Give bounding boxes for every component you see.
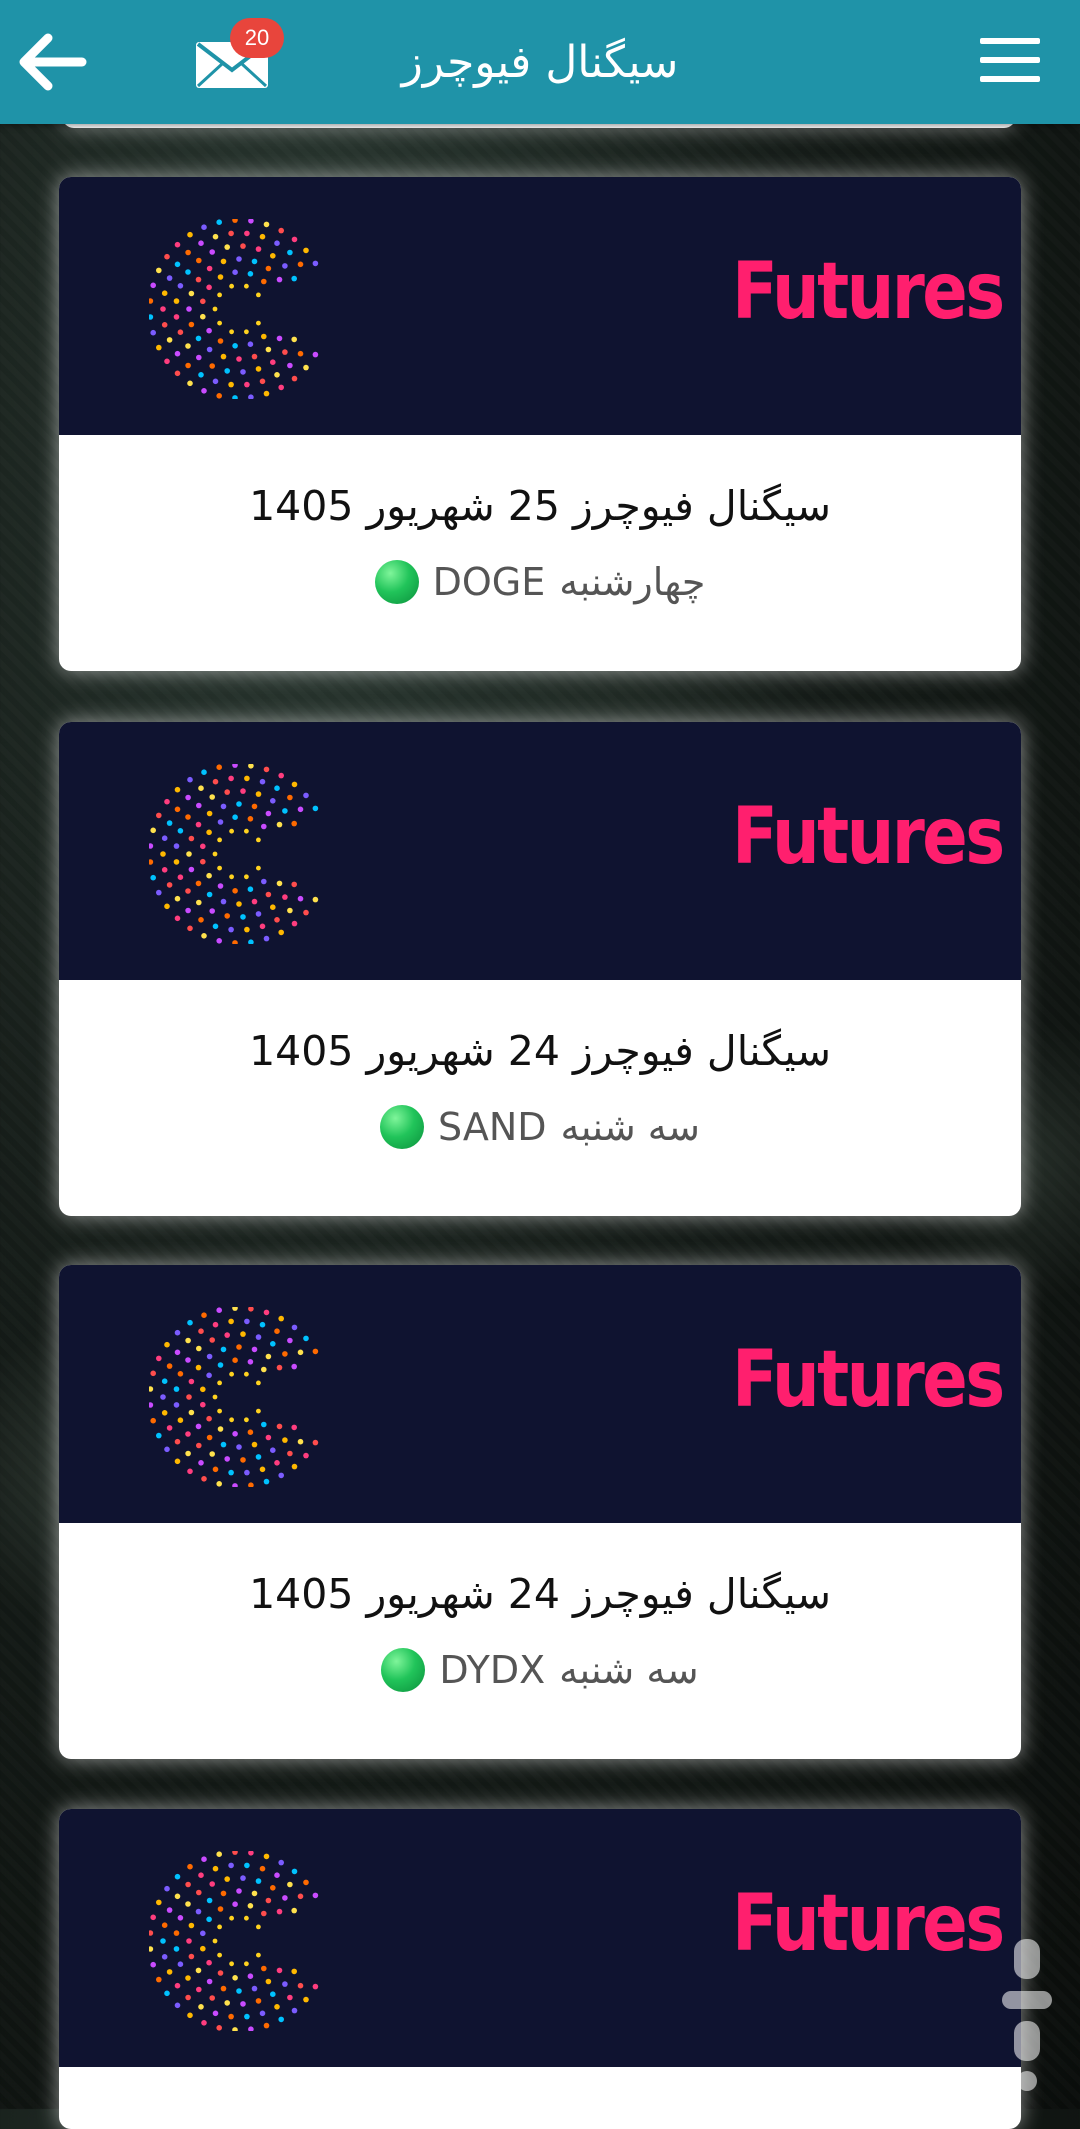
card-subtitle: DYDX سه شنبه	[59, 1647, 1021, 1693]
card-title: سیگنال فیوچرز 25 شهریور 1405	[249, 482, 831, 530]
dotted-c-logo	[149, 1851, 319, 2031]
card-body: سیگنال فیوچرز 24 شهریور 1405 SAND سه شنب…	[59, 980, 1021, 1216]
futures-label: Futures	[732, 792, 1005, 882]
card-body: سیگنال فیوچرز 25 شهریور 1405 DOGE چهارشن…	[59, 435, 1021, 671]
card-banner: Futures	[59, 1265, 1021, 1523]
card-symbol: DYDX	[439, 1648, 546, 1692]
card-symbol: SAND	[438, 1105, 547, 1149]
dotted-c-logo	[149, 219, 319, 399]
dotted-c-logo	[149, 764, 319, 944]
card-subtitle: SAND سه شنبه	[59, 1104, 1021, 1150]
arrow-left-icon	[19, 33, 87, 91]
card-subtitle: DOGE چهارشنبه	[59, 559, 1021, 605]
signal-card[interactable]: Futures سیگنال فیوچرز 24 شهریور 1405 SAN…	[59, 722, 1021, 1216]
messages-button[interactable]: 20	[190, 18, 290, 102]
signal-card[interactable]: Futures سیگنال فیوچرز 25 شهریور 1405 DOG…	[59, 177, 1021, 671]
futures-label: Futures	[732, 247, 1005, 337]
store-watermark-icon	[1002, 1939, 1052, 2091]
page-title: سیگنال فیوچرز	[401, 36, 679, 88]
green-circle-icon	[374, 560, 419, 604]
green-circle-icon	[381, 1648, 426, 1692]
card-day: سه شنبه	[560, 1105, 700, 1149]
futures-label: Futures	[732, 1335, 1005, 1425]
card-body: سیگنال فیوچرز 24 شهریور 1405 DYDX سه شنب…	[59, 1523, 1021, 1759]
card-title: سیگنال فیوچرز 24 شهریور 1405	[249, 1027, 831, 1075]
signal-card[interactable]: Futures سیگنال فیوچرز 24 شهریور 1405 DYD…	[59, 1265, 1021, 1759]
card-banner: Futures	[59, 722, 1021, 980]
hamburger-menu-icon	[980, 38, 1040, 44]
green-circle-icon	[380, 1105, 425, 1149]
menu-button[interactable]	[980, 38, 1040, 86]
card-day: سه شنبه	[559, 1648, 699, 1692]
card-title: سیگنال فیوچرز 24 شهریور 1405	[249, 1570, 831, 1618]
app-header: 20 سیگنال فیوچرز	[0, 0, 1080, 124]
back-button[interactable]	[14, 24, 90, 100]
signal-card[interactable]: Futures	[59, 1809, 1021, 2129]
card-symbol: DOGE	[432, 560, 546, 604]
futures-label: Futures	[732, 1879, 1005, 1969]
dotted-c-logo	[149, 1307, 319, 1487]
card-banner: Futures	[59, 1809, 1021, 2067]
unread-count-badge: 20	[230, 18, 284, 58]
card-day: چهارشنبه	[559, 560, 706, 604]
card-banner: Futures	[59, 177, 1021, 435]
